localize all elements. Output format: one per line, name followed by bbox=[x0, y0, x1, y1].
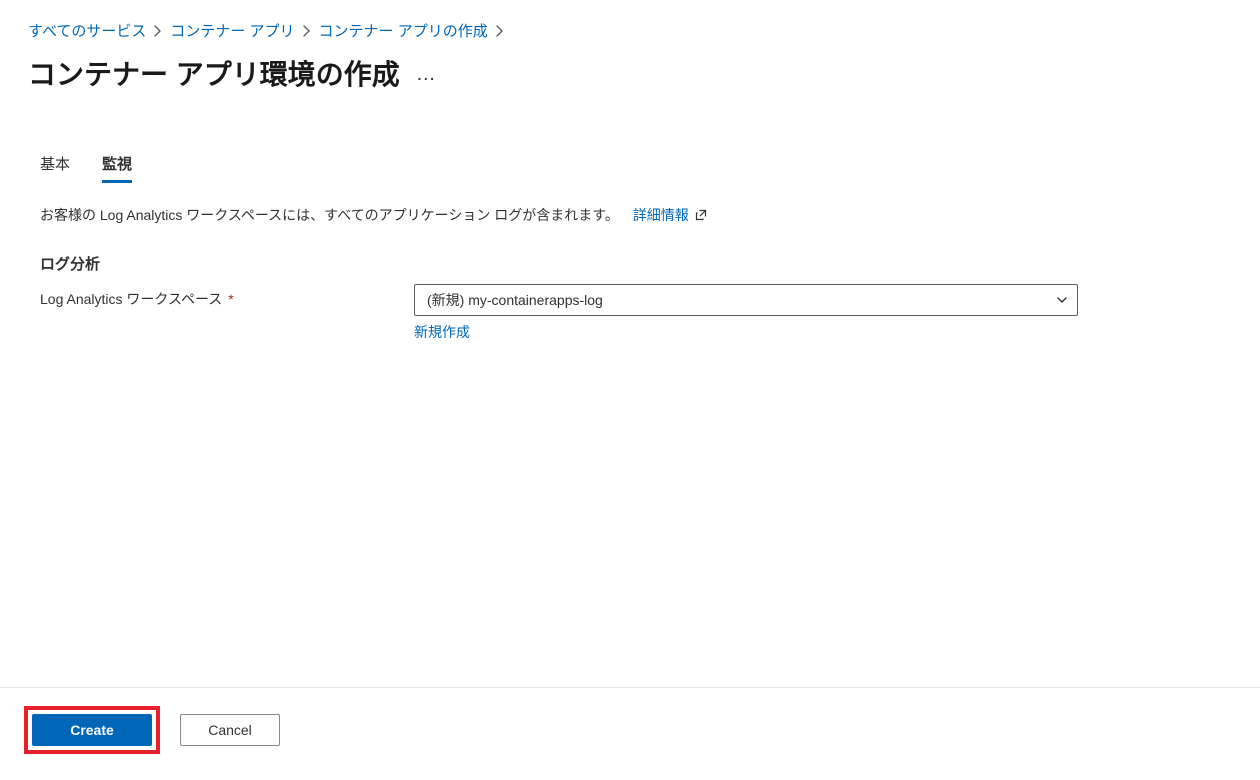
learn-more-link[interactable]: 詳細情報 bbox=[633, 207, 707, 223]
workspace-select-value: (新規) my-containerapps-log bbox=[427, 290, 603, 310]
tabs: 基本 監視 bbox=[40, 153, 1220, 183]
chevron-right-icon bbox=[154, 25, 162, 37]
breadcrumb-item-container-apps[interactable]: コンテナー アプリ bbox=[170, 20, 294, 41]
section-heading-log-analytics: ログ分析 bbox=[40, 253, 1220, 274]
tab-description-text: お客様の Log Analytics ワークスペースには、すべてのアプリケーショ… bbox=[40, 207, 619, 223]
breadcrumb: すべてのサービス コンテナー アプリ コンテナー アプリの作成 bbox=[0, 0, 1260, 41]
tab-monitoring[interactable]: 監視 bbox=[102, 153, 132, 183]
form-row-workspace: Log Analytics ワークスペース * (新規) my-containe… bbox=[40, 284, 1220, 342]
page-title: コンテナー アプリ環境の作成 bbox=[28, 53, 400, 93]
tab-basics[interactable]: 基本 bbox=[40, 153, 70, 183]
cancel-button[interactable]: Cancel bbox=[180, 714, 280, 746]
create-button[interactable]: Create bbox=[32, 714, 152, 746]
more-actions-button[interactable]: … bbox=[416, 57, 436, 86]
workspace-select[interactable]: (新規) my-containerapps-log bbox=[414, 284, 1078, 316]
breadcrumb-item-create-container-app[interactable]: コンテナー アプリの作成 bbox=[319, 20, 488, 41]
footer: Create Cancel bbox=[0, 687, 1260, 780]
chevron-down-icon bbox=[1055, 293, 1069, 307]
chevron-right-icon bbox=[496, 25, 504, 37]
required-indicator: * bbox=[228, 291, 233, 307]
chevron-right-icon bbox=[303, 25, 311, 37]
breadcrumb-item-all-services[interactable]: すべてのサービス bbox=[28, 20, 146, 41]
learn-more-label: 詳細情報 bbox=[633, 207, 689, 223]
workspace-label: Log Analytics ワークスペース bbox=[40, 291, 222, 307]
external-link-icon bbox=[695, 209, 707, 221]
create-button-highlight: Create bbox=[24, 706, 160, 754]
create-new-workspace-link[interactable]: 新規作成 bbox=[414, 324, 470, 340]
tab-description: お客様の Log Analytics ワークスペースには、すべてのアプリケーショ… bbox=[40, 205, 1220, 225]
